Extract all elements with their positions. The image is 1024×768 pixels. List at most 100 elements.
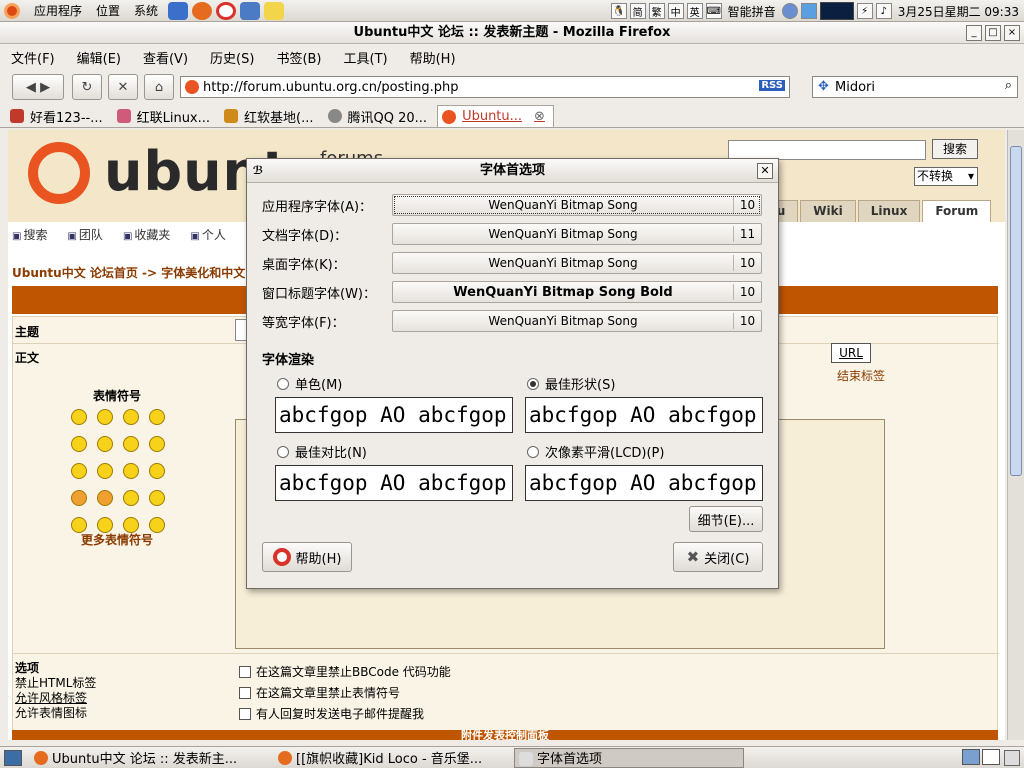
- radio-button[interactable]: [277, 377, 289, 390]
- more-emoticons-link[interactable]: 更多表情符号: [81, 531, 153, 548]
- menu-history[interactable]: 历史(S): [210, 48, 254, 67]
- ubuntu-logo-icon[interactable]: [4, 2, 20, 19]
- checkbox[interactable]: [239, 665, 251, 678]
- reload-button[interactable]: ↻: [72, 74, 102, 100]
- checkbox[interactable]: [239, 707, 251, 720]
- workspace-1[interactable]: [962, 749, 980, 765]
- ime-key-traditional[interactable]: 繁: [648, 3, 665, 19]
- volume-icon[interactable]: ♪: [875, 3, 892, 19]
- penguin-icon[interactable]: 🐧: [610, 3, 627, 19]
- close-window-button[interactable]: ×: [1004, 25, 1020, 41]
- network-icon[interactable]: [781, 3, 798, 19]
- close-tab-icon[interactable]: ⊗: [534, 109, 545, 124]
- breadcrumb[interactable]: Ubuntu中文 论坛首页 -> 字体美化和中文: [12, 264, 245, 281]
- search-bar[interactable]: ✥ Midori ⌕: [812, 76, 1018, 98]
- smiley-icon[interactable]: [123, 409, 139, 425]
- close-button[interactable]: ✖ 关闭(C): [673, 542, 763, 572]
- tab-hongruan[interactable]: 红软基地(...: [220, 105, 321, 127]
- smiley-icon[interactable]: [97, 409, 113, 425]
- render-option-subpixel[interactable]: 次像素平滑(LCD)(P): [527, 442, 664, 461]
- menu-help[interactable]: 帮助(H): [410, 48, 456, 67]
- menu-file[interactable]: 文件(F): [11, 48, 55, 67]
- minimize-button[interactable]: _: [966, 25, 982, 41]
- smiley-icon[interactable]: [149, 490, 165, 506]
- smiley-icon[interactable]: [97, 463, 113, 479]
- quicklink-search[interactable]: 搜索: [12, 226, 47, 243]
- option-disable-bbcode[interactable]: 在这篇文章里禁止BBCode 代码功能: [239, 663, 451, 680]
- tab-honglian-linux[interactable]: 红联Linux...: [113, 105, 218, 127]
- site-search-input[interactable]: [728, 140, 926, 160]
- sample-subpixel[interactable]: abcfgop AO abcfgop: [525, 465, 763, 501]
- mail-client-icon[interactable]: [240, 1, 261, 20]
- panel-menu-applications[interactable]: 应用程序: [34, 2, 82, 19]
- tab-haokan123[interactable]: 好看123--...: [6, 105, 111, 127]
- option-disable-smilies[interactable]: 在这篇文章里禁止表情符号: [239, 684, 400, 701]
- url-bar[interactable]: http://forum.ubuntu.org.cn/posting.php R…: [180, 76, 790, 98]
- smiley-icon[interactable]: [71, 409, 87, 425]
- menu-view[interactable]: 查看(V): [143, 48, 188, 67]
- network-monitor-icon[interactable]: [819, 2, 854, 20]
- smiley-icon[interactable]: [71, 463, 87, 479]
- smiley-icon[interactable]: [97, 490, 113, 506]
- checkbox[interactable]: [239, 686, 251, 699]
- render-option-best-shapes[interactable]: 最佳形状(S): [527, 374, 615, 393]
- firefox-icon[interactable]: [192, 1, 213, 20]
- search-engine-icon[interactable]: ✥: [818, 79, 829, 94]
- search-icon[interactable]: ⌕: [1005, 78, 1012, 93]
- url-tag-button[interactable]: URL: [831, 343, 871, 363]
- stop-button[interactable]: ✕: [108, 74, 138, 100]
- maximize-button[interactable]: □: [985, 25, 1001, 41]
- sample-best-shapes[interactable]: abcfgop AO abcfgop: [525, 397, 763, 433]
- tab-tencent-qq[interactable]: 腾讯QQ 20...: [324, 105, 436, 127]
- taskbar-item-forum[interactable]: Ubuntu中文 论坛 :: 发表新主...: [30, 748, 260, 768]
- menu-tools[interactable]: 工具(T): [344, 48, 388, 67]
- rss-icon[interactable]: RSS: [759, 80, 785, 91]
- smiley-icon[interactable]: [149, 463, 165, 479]
- smiley-icon[interactable]: [71, 490, 87, 506]
- smiley-icon[interactable]: [71, 436, 87, 452]
- power-icon[interactable]: ⚡: [856, 3, 873, 19]
- portal-tab-forum[interactable]: Forum: [922, 200, 992, 222]
- smiley-icon[interactable]: [123, 463, 139, 479]
- smiley-icon[interactable]: [149, 409, 165, 425]
- scrollbar-thumb[interactable]: [1010, 146, 1022, 476]
- show-desktop-icon[interactable]: [4, 749, 22, 766]
- convert-select[interactable]: 不转换 ▾: [914, 167, 978, 186]
- render-option-best-contrast[interactable]: 最佳对比(N): [277, 442, 367, 461]
- smiley-icon[interactable]: [149, 436, 165, 452]
- portal-tab-wiki[interactable]: Wiki: [800, 200, 856, 222]
- radio-button[interactable]: [527, 377, 539, 390]
- help-lifebuoy-icon[interactable]: [216, 1, 237, 20]
- quicklink-profile[interactable]: 个人: [190, 226, 226, 243]
- dialog-titlebar[interactable]: ℬ 字体首选项 ✕: [247, 159, 778, 183]
- smiley-icon[interactable]: [123, 436, 139, 452]
- radio-button[interactable]: [277, 445, 289, 458]
- desktop-font-button[interactable]: WenQuanYi Bitmap Song 10: [392, 252, 762, 274]
- details-button[interactable]: 细节(E)...: [689, 506, 763, 532]
- page-scrollbar[interactable]: [1007, 130, 1024, 740]
- render-option-monochrome[interactable]: 单色(M): [277, 374, 342, 393]
- input-method-label[interactable]: 智能拼音: [725, 3, 779, 20]
- dialog-close-icon[interactable]: ✕: [757, 163, 773, 179]
- application-font-button[interactable]: WenQuanYi Bitmap Song 10: [392, 194, 762, 216]
- quicklink-team[interactable]: 团队: [67, 226, 103, 243]
- back-forward-button[interactable]: ◀ ▶: [12, 74, 64, 100]
- bluetooth-icon[interactable]: [800, 3, 817, 19]
- monospace-font-button[interactable]: WenQuanYi Bitmap Song 10: [392, 310, 762, 332]
- document-font-button[interactable]: WenQuanYi Bitmap Song 11: [392, 223, 762, 245]
- help-button[interactable]: 帮助(H): [262, 542, 352, 572]
- workspace-2[interactable]: [982, 749, 1000, 765]
- ime-key-english[interactable]: 英: [686, 3, 703, 19]
- quicklink-favorites[interactable]: 收藏夹: [123, 226, 170, 243]
- panel-menu-system[interactable]: 系统: [134, 2, 158, 19]
- portal-tab-linux[interactable]: Linux: [857, 200, 921, 222]
- menu-edit[interactable]: 编辑(E): [77, 48, 121, 67]
- sample-best-contrast[interactable]: abcfgop AO abcfgop: [275, 465, 513, 501]
- ime-key-simplified[interactable]: 简: [629, 3, 646, 19]
- taskbar-item-music[interactable]: [[旗帜收藏]Kid Loco - 音乐堡...: [274, 748, 504, 768]
- window-title-font-button[interactable]: WenQuanYi Bitmap Song Bold 10: [392, 281, 762, 303]
- notes-icon[interactable]: [264, 1, 285, 20]
- tab-ubuntu[interactable]: Ubuntu... ⊗: [437, 105, 554, 127]
- close-tags-link[interactable]: 结束标签: [837, 367, 885, 384]
- home-button[interactable]: ⌂: [144, 74, 174, 100]
